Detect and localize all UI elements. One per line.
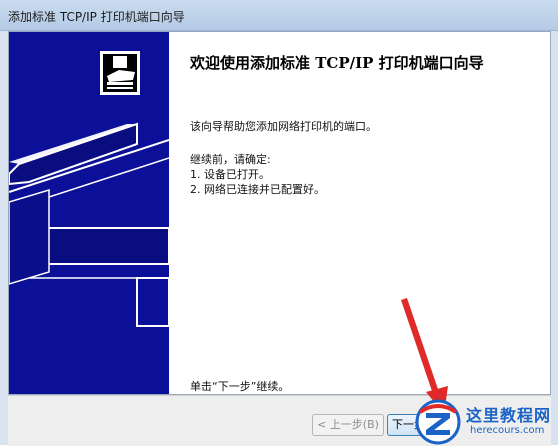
wizard-window: 添加标准 TCP/IP 打印机端口向导 欢迎使用添加标准 TCP/IP 打印机端… <box>0 0 558 446</box>
watermark-subtitle: herecours.com <box>470 425 545 436</box>
red-arrow-icon <box>401 298 448 414</box>
z-logo-icon <box>415 399 461 445</box>
watermark: 这里教程网 herecours.com <box>412 398 558 445</box>
watermark-title: 这里教程网 <box>466 406 552 425</box>
